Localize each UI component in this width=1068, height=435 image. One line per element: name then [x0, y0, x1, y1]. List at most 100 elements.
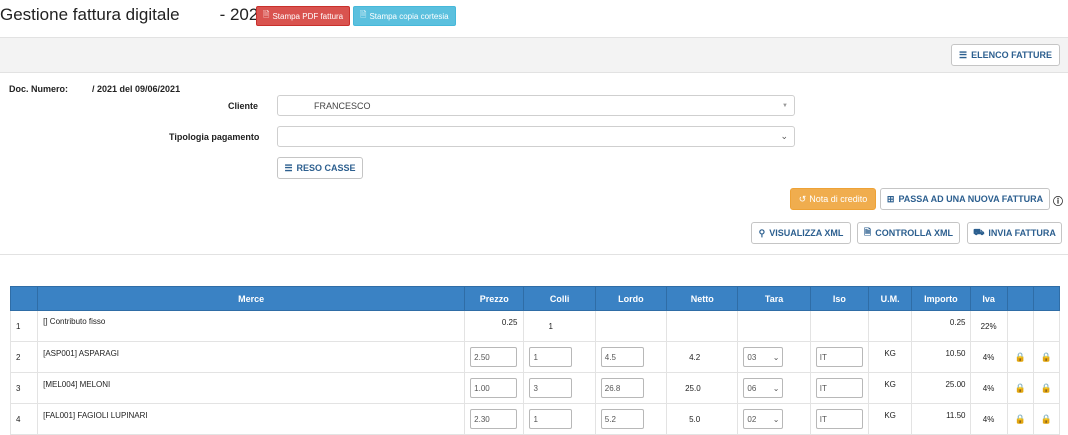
cliente-select[interactable]: FRANCESCO ▼ — [277, 95, 795, 116]
lock-icon[interactable]: 🔒 — [1041, 383, 1052, 393]
tara-value: 06 — [747, 383, 757, 393]
iso-input[interactable]: IT — [815, 409, 863, 429]
chevron-down-icon: ⌄ — [772, 352, 780, 362]
reso-casse-button[interactable]: ☰ RESO CASSE — [277, 157, 363, 179]
prezzo-input[interactable]: 1.00 — [470, 378, 518, 398]
file-icon: 🗎 — [864, 227, 872, 237]
row-action-1 — [1006, 310, 1034, 342]
check-xml-label: CONTROLLA XML — [875, 228, 953, 238]
tara-value: 02 — [747, 414, 757, 424]
row-netto: 25.0 — [666, 372, 739, 404]
row-netto: 5.0 — [666, 403, 739, 435]
row-um: KG — [868, 403, 913, 435]
row-lordo — [594, 310, 668, 342]
row-iva: 4% — [969, 372, 1008, 404]
print-copy-button[interactable]: 🗎 Stampa copia cortesia — [353, 6, 456, 26]
chevron-down-icon: ⌄ — [772, 383, 780, 393]
truck-icon: ⛟ — [973, 227, 985, 237]
col-header-action-1 — [1006, 286, 1034, 311]
row-index: 2 — [9, 341, 39, 373]
lock-icon[interactable]: 🔒 — [1015, 414, 1026, 424]
doc-number-label: Doc. Numero: — [9, 84, 69, 94]
col-header-action-2 — [1032, 286, 1061, 311]
col-header-um: U.M. — [868, 286, 913, 311]
lock-icon[interactable]: 🔒 — [1015, 383, 1026, 393]
row-iva: 4% — [969, 341, 1008, 373]
row-iva: 22% — [969, 310, 1008, 342]
credit-note-button[interactable]: ↺ Nota di credito — [790, 188, 876, 210]
list-icon: ☰ — [284, 162, 293, 173]
new-invoice-button[interactable]: ⊞ PASSA AD UNA NUOVA FATTURA — [880, 188, 1050, 210]
row-merce: [] Contributo fisso — [37, 310, 466, 342]
print-pdf-button[interactable]: 🗎 Stampa PDF fattura — [256, 6, 351, 26]
row-importo: 0.25 — [911, 310, 971, 342]
invoice-list-button[interactable]: ☰ ELENCO FATTURE — [951, 44, 1060, 66]
row-merce: [ASP001] ASPARAGI — [37, 341, 466, 373]
row-index: 1 — [9, 310, 39, 342]
history-icon: ↺ — [798, 193, 807, 204]
lock-icon[interactable]: 🔒 — [1041, 414, 1052, 424]
plus-square-icon: ⊞ — [886, 193, 895, 204]
table-row: 3 [MEL004] MELONI 1.00 3 26.8 25.0 06 ⌄ I… — [9, 372, 1061, 404]
row-colli: 1 — [523, 310, 596, 342]
pagamento-select[interactable]: ⌄ — [277, 126, 795, 147]
send-invoice-label: INVIA FATTURA — [988, 228, 1056, 238]
print-copy-label: Stampa copia cortesia — [369, 11, 449, 21]
print-pdf-label: Stampa PDF fattura — [272, 11, 344, 21]
table-row: 2 [ASP001] ASPARAGI 2.50 1 4.5 4.2 03 ⌄ I… — [9, 341, 1061, 373]
prezzo-input[interactable]: 2.30 — [470, 409, 518, 429]
view-xml-label: VISUALIZZA XML — [769, 228, 844, 238]
row-importo: 25.00 — [911, 372, 971, 404]
new-invoice-label: PASSA AD UNA NUOVA FATTURA — [898, 194, 1044, 204]
row-index: 4 — [9, 403, 39, 435]
iso-input[interactable]: IT — [815, 378, 863, 398]
view-xml-button[interactable]: ⚲ VISUALIZZA XML — [751, 222, 851, 244]
iso-input[interactable]: IT — [815, 347, 863, 367]
invoice-lines-table: Merce Prezzo Colli Lordo Netto Tara Iso … — [9, 286, 1061, 435]
table-header-row: Merce Prezzo Colli Lordo Netto Tara Iso … — [9, 286, 1061, 311]
table-row: 4 [FAL001] FAGIOLI LUPINARI 2.30 1 5.2 5… — [9, 403, 1061, 435]
lordo-input[interactable]: 26.8 — [600, 378, 644, 398]
doc-number-value: / 2021 del 09/06/2021 — [92, 84, 181, 94]
lock-icon[interactable]: 🔒 — [1041, 352, 1052, 362]
row-iva: 4% — [969, 403, 1008, 435]
colli-input[interactable]: 1 — [529, 409, 573, 429]
row-merce: [MEL004] MELONI — [37, 372, 466, 404]
check-xml-button[interactable]: 🗎 CONTROLLA XML — [857, 222, 960, 244]
info-icon[interactable]: ⓘ — [1053, 193, 1063, 208]
chevron-down-icon: ⌄ — [772, 414, 780, 424]
tara-select[interactable]: 02 ⌄ — [743, 409, 784, 429]
col-header-index — [9, 286, 39, 311]
col-header-importo: Importo — [911, 286, 971, 311]
reso-casse-label: RESO CASSE — [296, 163, 356, 173]
colli-input[interactable]: 1 — [529, 347, 573, 367]
cliente-value: FRANCESCO — [314, 100, 371, 111]
lordo-input[interactable]: 4.5 — [600, 347, 644, 367]
credit-note-label: Nota di credito — [809, 194, 868, 204]
row-tara — [737, 310, 811, 342]
col-header-tara: Tara — [737, 286, 811, 311]
file-icon: 🗎 — [360, 10, 367, 19]
caret-down-icon: ▼ — [782, 102, 788, 109]
lordo-input[interactable]: 5.2 — [600, 409, 644, 429]
col-header-netto: Netto — [666, 286, 739, 311]
col-header-colli: Colli — [523, 286, 596, 311]
send-invoice-button[interactable]: ⛟ INVIA FATTURA — [967, 222, 1062, 244]
title-text: Gestione fattura digitale — [0, 5, 180, 24]
col-header-lordo: Lordo — [594, 286, 668, 311]
row-prezzo: 0.25 — [464, 310, 525, 342]
col-header-iso: Iso — [809, 286, 870, 311]
row-importo: 10.50 — [911, 341, 971, 373]
col-header-merce: Merce — [37, 286, 466, 311]
row-netto: 4.2 — [666, 341, 739, 373]
colli-input[interactable]: 3 — [529, 378, 573, 398]
search-icon: ⚲ — [758, 227, 766, 238]
page-title: Gestione fattura digitale - 2021 — [0, 5, 268, 25]
tara-select[interactable]: 06 ⌄ — [743, 378, 784, 398]
lock-icon[interactable]: 🔒 — [1015, 352, 1026, 362]
prezzo-input[interactable]: 2.50 — [470, 347, 518, 367]
list-icon: ☰ — [959, 49, 968, 60]
pagamento-label: Tipologia pagamento — [169, 132, 260, 142]
tara-select[interactable]: 03 ⌄ — [743, 347, 784, 367]
row-merce: [FAL001] FAGIOLI LUPINARI — [37, 403, 466, 435]
